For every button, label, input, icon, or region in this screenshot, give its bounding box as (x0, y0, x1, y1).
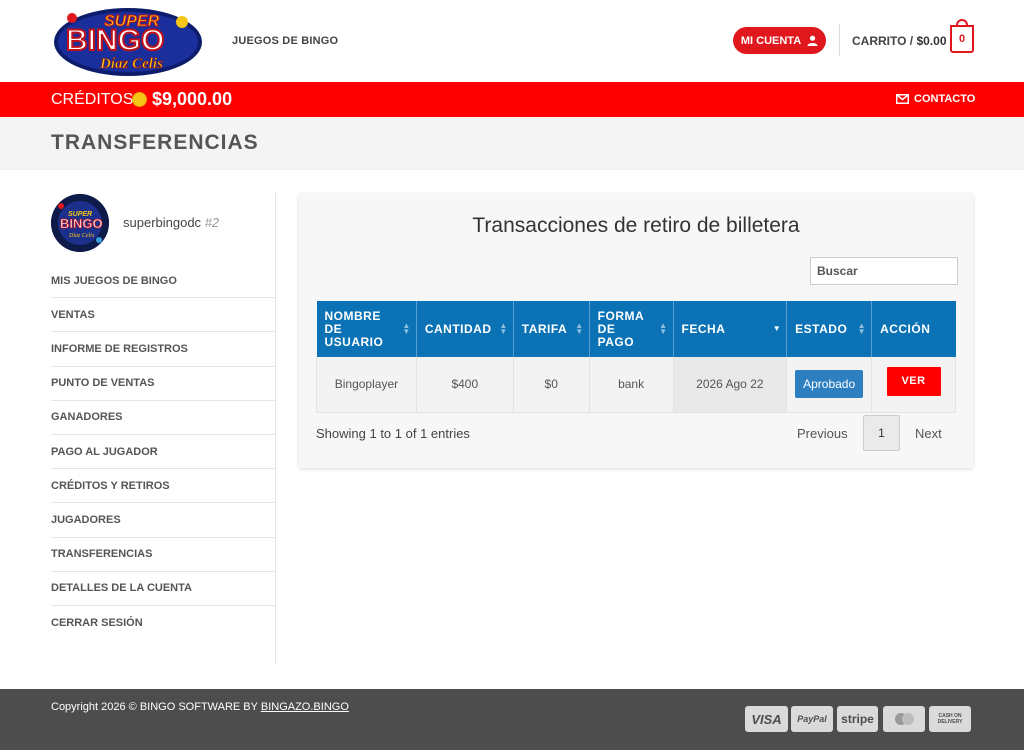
paypal-icon: PayPal (791, 706, 833, 732)
column-label: ESTADO (795, 322, 848, 336)
table-info: Showing 1 to 1 of 1 entries (316, 426, 470, 441)
svg-text:Díaz Celis: Díaz Celis (68, 233, 95, 239)
cell-amount: $400 (415, 357, 514, 413)
cell-fee: $0 (512, 357, 590, 413)
view-button[interactable]: VER (886, 366, 941, 396)
column-label: FORMA DE PAGO (597, 308, 644, 349)
envelope-icon (896, 94, 909, 104)
page-title-bar: TRANSFERENCIAS (0, 117, 1024, 170)
cash-on-delivery-icon: CASH ON DELIVERY (929, 706, 971, 732)
user-id: #2 (204, 215, 220, 230)
cell-date: 2026 Ago 22 (672, 357, 788, 413)
column-label: FECHA (681, 322, 726, 336)
sidebar-item-player-payment[interactable]: PAGO AL JUGADOR (51, 435, 275, 470)
site-footer: Copyright 2026 © BINGO SOFTWARE BY BINGA… (0, 689, 1024, 750)
sidebar-username: superbingodc #2 (123, 215, 219, 230)
coin-icon (132, 92, 147, 107)
withdrawals-card: Transacciones de retiro de billetera NOM… (299, 194, 973, 468)
cart-count-badge[interactable]: 0 (950, 25, 974, 53)
cart-label: CARRITO / (852, 34, 914, 48)
sidebar-item-winners[interactable]: GANADORES (51, 401, 275, 435)
sort-icon: ▲ ▼ (402, 321, 411, 336)
sidebar-item-bingo-games[interactable]: MIS JUEGOS DE BINGO (51, 264, 275, 299)
column-label: NOMBRE DE USUARIO (324, 308, 384, 349)
bingazo-link[interactable]: BINGAZO.BINGO (261, 701, 349, 713)
column-header-amount[interactable]: CANTIDAD ▲ ▼ (416, 301, 514, 357)
username-text: superbingodc (123, 215, 202, 230)
credits-amount: $9,000.00 (152, 89, 233, 109)
avatar: SUPER BINGO Díaz Celis (51, 194, 109, 252)
credits-label: CRÉDITOS (51, 91, 134, 108)
column-label: TARIFA (521, 322, 568, 336)
credits-bar: CRÉDITOS $9,000.00 CONTACTO (0, 82, 1024, 117)
sidebar-item-players[interactable]: JUGADORES (51, 503, 275, 538)
cell-payment-method: bank (588, 357, 674, 413)
mastercard-circle-right (901, 713, 914, 725)
column-header-date[interactable]: FECHA ▼ (673, 301, 788, 357)
cell-status: Aprobado (786, 357, 873, 413)
sidebar-divider (275, 193, 276, 664)
stripe-icon: stripe (837, 706, 878, 732)
sort-icon: ▲ ▼ (499, 321, 508, 336)
column-header-username[interactable]: NOMBRE DE USUARIO ▲ ▼ (316, 301, 417, 357)
pagination-next[interactable]: Next (915, 426, 942, 441)
table-header-row: NOMBRE DE USUARIO ▲ ▼ CANTIDAD ▲ ▼ TARIFA … (316, 301, 956, 357)
my-account-button[interactable]: MI CUENTA (733, 27, 826, 54)
account-label: MI CUENTA (740, 34, 802, 47)
column-header-fee[interactable]: TARIFA ▲ ▼ (513, 301, 590, 357)
withdrawals-table: NOMBRE DE USUARIO ▲ ▼ CANTIDAD ▲ ▼ TARIFA … (316, 301, 956, 413)
svg-text:BINGO: BINGO (60, 216, 103, 231)
sort-icon: ▲ ▼ (575, 321, 584, 336)
user-icon (807, 35, 818, 46)
sidebar-item-transfers[interactable]: TRANSFERENCIAS (51, 538, 275, 572)
sidebar-item-sales[interactable]: VENTAS (51, 298, 275, 333)
cell-username: Bingoplayer (316, 357, 417, 413)
search-input[interactable] (810, 257, 958, 285)
sort-icon: ▲ ▼ (857, 321, 867, 336)
cell-action: VER (871, 357, 956, 413)
column-header-status[interactable]: ESTADO ▲ ▼ (786, 301, 873, 357)
sort-desc-icon: ▼ (772, 324, 782, 333)
mastercard-icon (883, 706, 925, 732)
super-bingo-logo[interactable]: SUPER BINGO Díaz Celis (52, 4, 204, 78)
cart-amount: $0.00 (916, 34, 947, 48)
sidebar-menu: MIS JUEGOS DE BINGO VENTAS INFORME DE RE… (51, 264, 275, 640)
account-sidebar: SUPER BINGO Díaz Celis superbingodc #2 M… (51, 193, 275, 663)
sidebar-item-account-details[interactable]: DETALLES DE LA CUENTA (51, 572, 275, 606)
status-badge: Aprobado (795, 370, 864, 399)
column-label: ACCIÓN (880, 322, 931, 336)
table-row: Bingoplayer $400 $0 bank 2026 Ago 22 Apr… (316, 357, 956, 413)
column-header-payment-method[interactable]: FORMA DE PAGO ▲ ▼ (589, 301, 674, 357)
svg-text:BINGO: BINGO (66, 24, 164, 57)
sidebar-item-point-of-sale[interactable]: PUNTO DE VENTAS (51, 367, 275, 401)
pagination-previous[interactable]: Previous (797, 426, 848, 441)
header-divider (839, 24, 840, 56)
site-header: SUPER BINGO Díaz Celis JUEGOS DE BINGO M… (0, 0, 1024, 82)
contact-label: CONTACTO (914, 93, 976, 105)
sort-icon: ▲ ▼ (659, 321, 668, 336)
contact-link[interactable]: CONTACTO (896, 93, 975, 105)
copyright: Copyright 2026 © BINGO SOFTWARE BY BINGA… (51, 701, 349, 713)
sidebar-item-credits-withdrawals[interactable]: CRÉDITOS Y RETIROS (51, 469, 275, 504)
pagination-page-1[interactable]: 1 (863, 415, 900, 451)
column-label: CANTIDAD (424, 322, 492, 336)
cart-link[interactable]: CARRITO / $0.00 (852, 34, 947, 48)
card-title: Transacciones de retiro de billetera (472, 214, 800, 237)
svg-text:Díaz Celis: Díaz Celis (99, 56, 163, 72)
column-header-action: ACCIÓN (871, 301, 956, 357)
sidebar-item-logout[interactable]: CERRAR SESIÓN (51, 606, 275, 640)
copyright-text: Copyright 2026 © BINGO SOFTWARE BY (51, 701, 258, 713)
visa-icon: VISA (745, 706, 788, 732)
nav-bingo-games[interactable]: JUEGOS DE BINGO (232, 35, 338, 47)
sidebar-item-records-report[interactable]: INFORME DE REGISTROS (51, 332, 275, 367)
page-title: TRANSFERENCIAS (51, 131, 259, 154)
